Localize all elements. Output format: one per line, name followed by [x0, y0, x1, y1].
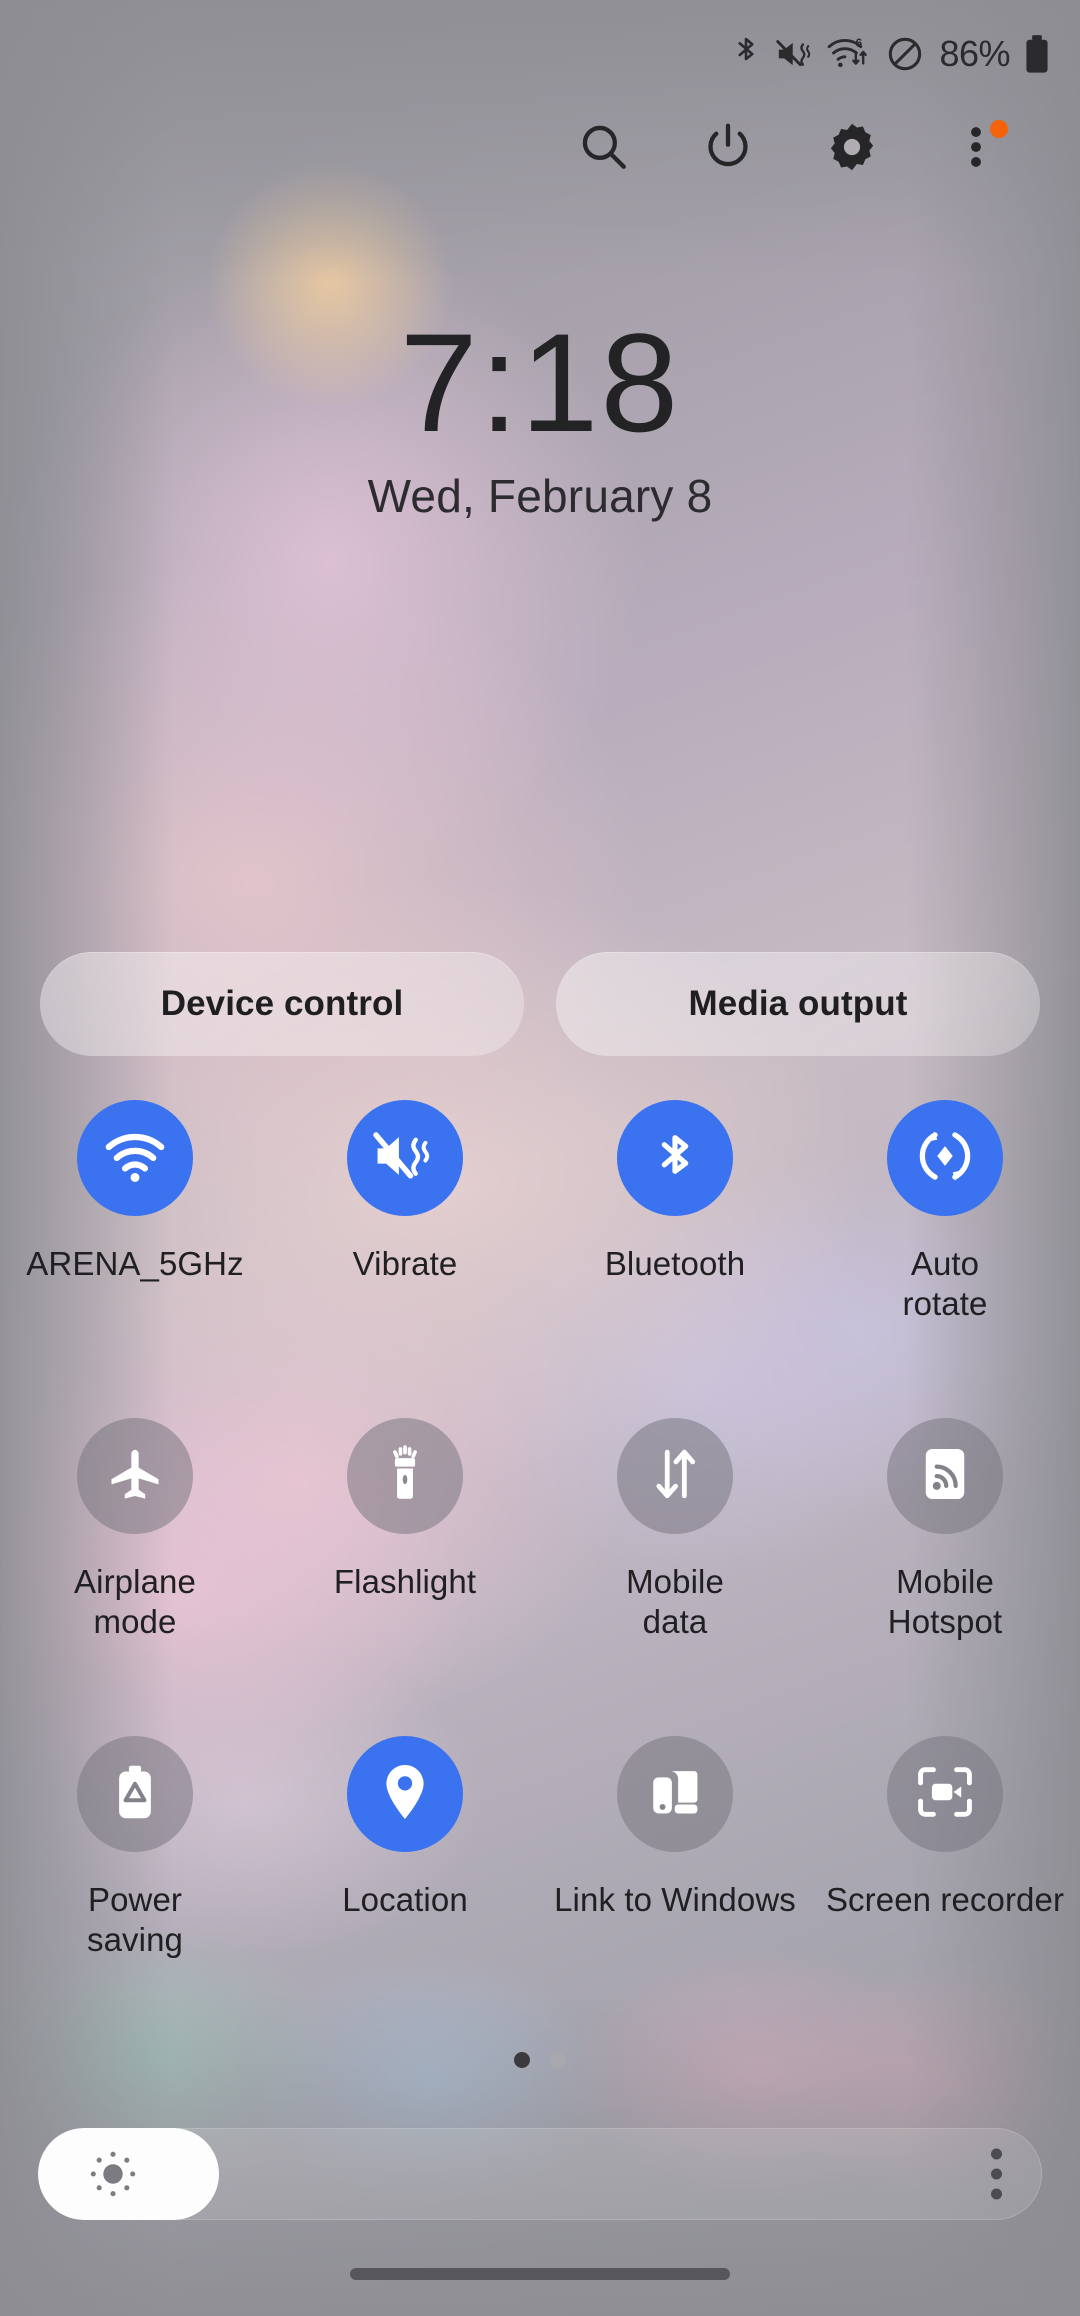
toggle-power-saving-label: Power saving — [87, 1881, 183, 1958]
bluetooth-icon — [731, 35, 761, 73]
gear-icon — [825, 120, 879, 179]
toggle-airplane-mode[interactable]: Airplane mode — [0, 1418, 270, 1736]
toggle-bluetooth[interactable]: Bluetooth — [540, 1100, 810, 1418]
vibrate-mute-icon — [373, 1124, 437, 1193]
toggle-screen-recorder[interactable]: Screen recorder — [810, 1736, 1080, 2054]
toggle-vibrate-label: Vibrate — [352, 1245, 458, 1282]
battery-percent-label: 86% — [939, 33, 1010, 74]
device-control-button[interactable]: Device control — [40, 952, 524, 1056]
brightness-more-vertical-icon[interactable] — [991, 2148, 1002, 2200]
toggle-row: Airplane mode Flashlight Mobile data Mob… — [0, 1418, 1080, 1736]
link-to-windows-icon — [647, 1764, 703, 1825]
clock-widget[interactable]: 7:18 Wed, February 8 — [0, 300, 1080, 523]
home-gesture-bar[interactable] — [350, 2268, 730, 2280]
toggle-flashlight-label: Flashlight — [333, 1563, 477, 1600]
page-dot-inactive[interactable] — [550, 2052, 566, 2068]
wifi-icon — [103, 1124, 167, 1193]
location-pin-icon — [379, 1761, 431, 1828]
page-indicator — [0, 2052, 1080, 2068]
toggle-link-to-windows-circle[interactable] — [617, 1736, 733, 1852]
toggle-location[interactable]: Location — [270, 1736, 540, 2054]
battery-full-icon — [1024, 34, 1050, 74]
toggle-flashlight[interactable]: Flashlight — [270, 1418, 540, 1736]
dot — [991, 2148, 1002, 2160]
toggle-location-label: Location — [342, 1881, 468, 1918]
notification-dot — [990, 120, 1008, 138]
brightness-slider[interactable] — [38, 2128, 1042, 2220]
toggle-mobile-data[interactable]: Mobile data — [540, 1418, 810, 1736]
toggle-row: ARENA_5GHz Vibrate Bluetooth Auto rotate — [0, 1100, 1080, 1418]
toggle-mobile-data-label: Mobile data — [626, 1563, 724, 1640]
toggle-power-saving[interactable]: Power saving — [0, 1736, 270, 2054]
toggle-flashlight-circle[interactable] — [347, 1418, 463, 1534]
toggle-wifi-circle[interactable] — [77, 1100, 193, 1216]
overflow-menu-button[interactable] — [914, 108, 1038, 190]
media-output-label: Media output — [688, 984, 908, 1023]
toggle-vibrate-circle[interactable] — [347, 1100, 463, 1216]
toggle-screen-recorder-label: Screen recorder — [825, 1881, 1065, 1918]
toggle-airplane-mode-label: Airplane mode — [74, 1563, 196, 1640]
bluetooth-icon — [646, 1127, 704, 1190]
toggle-auto-rotate[interactable]: Auto rotate — [810, 1100, 1080, 1418]
wifi-6-data-icon: 6 — [827, 35, 873, 73]
toggle-screen-recorder-circle[interactable] — [887, 1736, 1003, 1852]
clock-time: 7:18 — [399, 304, 681, 461]
power-button[interactable] — [666, 108, 790, 190]
toggle-airplane-mode-circle[interactable] — [77, 1418, 193, 1534]
toggle-power-saving-circle[interactable] — [77, 1736, 193, 1852]
toggle-mobile-hotspot-circle[interactable] — [887, 1418, 1003, 1534]
toggle-mobile-hotspot-label: Mobile Hotspot — [887, 1563, 1003, 1640]
status-bar: 6 86% — [0, 0, 1080, 108]
flashlight-icon — [378, 1444, 432, 1508]
toggle-wifi[interactable]: ARENA_5GHz — [0, 1100, 270, 1418]
power-saving-battery-icon — [111, 1763, 159, 1826]
do-not-disturb-icon — [887, 36, 923, 72]
device-control-label: Device control — [160, 984, 404, 1023]
toggle-link-to-windows-label: Link to Windows — [554, 1881, 796, 1918]
media-output-button[interactable]: Media output — [556, 952, 1040, 1056]
hotspot-icon — [919, 1445, 971, 1508]
clock-date: Wed, February 8 — [367, 470, 713, 523]
airplane-icon — [106, 1445, 164, 1508]
search-button[interactable] — [542, 108, 666, 190]
quick-toggle-grid: ARENA_5GHz Vibrate Bluetooth Auto rotate… — [0, 1100, 1080, 2054]
action-button-row — [0, 108, 1080, 190]
toggle-auto-rotate-circle[interactable] — [887, 1100, 1003, 1216]
dot — [991, 2188, 1002, 2200]
dot — [991, 2168, 1002, 2180]
screen-recorder-icon — [916, 1764, 974, 1825]
shortcut-pill-row: Device control Media output — [40, 952, 1040, 1056]
toggle-mobile-data-circle[interactable] — [617, 1418, 733, 1534]
toggle-row: Power saving Location Link to Windows Sc… — [0, 1736, 1080, 2054]
power-icon — [701, 120, 755, 179]
toggle-bluetooth-circle[interactable] — [617, 1100, 733, 1216]
toggle-vibrate[interactable]: Vibrate — [270, 1100, 540, 1418]
search-icon — [577, 120, 631, 179]
svg-text:6: 6 — [856, 36, 863, 50]
brightness-sun-icon — [86, 2147, 140, 2201]
toggle-mobile-hotspot[interactable]: Mobile Hotspot — [810, 1418, 1080, 1736]
toggle-auto-rotate-label: Auto rotate — [902, 1245, 988, 1322]
settings-button[interactable] — [790, 108, 914, 190]
vibrate-mute-icon — [775, 37, 813, 71]
toggle-location-circle[interactable] — [347, 1736, 463, 1852]
quick-settings-panel: 6 86% 7:18 Wed, February 8 Device contro… — [0, 0, 1080, 2316]
data-arrows-icon — [647, 1446, 703, 1507]
auto-rotate-icon — [914, 1125, 976, 1192]
toggle-link-to-windows[interactable]: Link to Windows — [540, 1736, 810, 2054]
toggle-wifi-label: ARENA_5GHz — [26, 1245, 244, 1282]
toggle-bluetooth-label: Bluetooth — [604, 1245, 746, 1282]
page-dot-active[interactable] — [514, 2052, 530, 2068]
